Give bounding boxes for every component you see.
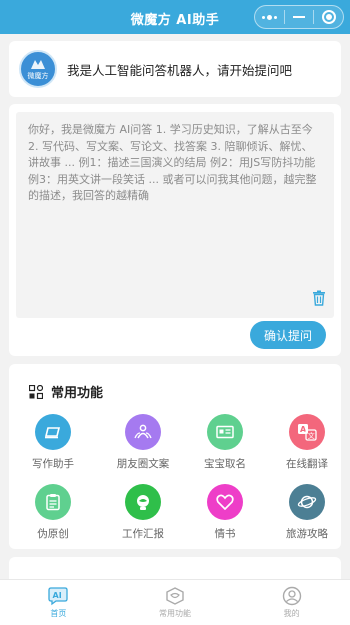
function-rewrite[interactable]: 伪原创 <box>13 484 93 541</box>
function-label: 宝宝取名 <box>204 458 246 470</box>
function-writing[interactable]: 写作助手 <box>13 414 93 471</box>
function-moments-copy[interactable]: 朋友圈文案 <box>103 414 183 471</box>
question-input[interactable]: 你好，我是微魔方 AI问答 1. 学习历史知识，了解从古至今 2. 写代码、写文… <box>16 112 334 318</box>
minimize-button[interactable] <box>285 6 314 28</box>
grid-icon <box>29 384 43 399</box>
function-label: 朋友圈文案 <box>116 458 170 470</box>
function-love-letter[interactable]: 情书 <box>185 484 265 541</box>
avatar: 微魔方 <box>19 50 57 88</box>
function-baby-naming[interactable]: 宝宝取名 <box>185 414 265 471</box>
avatar-text: 微魔方 <box>27 71 49 80</box>
svg-text:AI: AI <box>53 591 62 600</box>
planet-icon <box>289 484 325 520</box>
question-placeholder: 你好，我是微魔方 AI问答 1. 学习历史知识，了解从古至今 2. 写代码、写文… <box>28 123 317 202</box>
function-label: 旅游攻略 <box>286 528 328 540</box>
minus-icon <box>293 16 305 18</box>
svg-text:文: 文 <box>308 431 315 440</box>
more-dots-icon <box>261 14 277 20</box>
close-button[interactable] <box>314 6 343 28</box>
function-label: 情书 <box>214 528 236 540</box>
tab-label: 我的 <box>283 609 300 618</box>
tab-label: 首页 <box>50 609 67 618</box>
trash-icon <box>313 290 325 306</box>
tab-label: 常用功能 <box>159 609 191 618</box>
function-travel-guide[interactable]: 旅游攻略 <box>267 484 347 541</box>
function-work-report[interactable]: 工作汇报 <box>103 484 183 541</box>
question-card: 你好，我是微魔方 AI问答 1. 学习历史知识，了解从古至今 2. 写代码、写文… <box>9 104 341 356</box>
heart-icon <box>207 484 243 520</box>
welcome-card: 微魔方 我是人工智能问答机器人，请开始提问吧 <box>9 41 341 97</box>
function-label: 在线翻译 <box>286 458 328 470</box>
ai-icon: AI <box>48 587 68 606</box>
tab-functions[interactable]: 常用功能 <box>117 580 234 625</box>
clear-button[interactable] <box>312 290 326 310</box>
tab-home[interactable]: AI 首页 <box>0 580 117 625</box>
function-label: 工作汇报 <box>122 528 164 540</box>
welcome-message: 我是人工智能问答机器人，请开始提问吧 <box>67 62 293 78</box>
translate-icon: A文 <box>289 414 325 450</box>
clipboard-icon <box>35 484 71 520</box>
friends-icon <box>125 414 161 450</box>
mini-program-capsule <box>254 5 344 29</box>
function-label: 写作助手 <box>32 458 74 470</box>
tab-mine[interactable]: 我的 <box>233 580 350 625</box>
functions-title: 常用功能 <box>51 386 104 401</box>
logo-icon <box>31 59 45 69</box>
hexagon-icon <box>166 587 184 605</box>
nav-bar: 微魔方 AI助手 <box>0 0 350 34</box>
user-icon <box>282 586 301 606</box>
functions-header: 常用功能 <box>29 382 103 401</box>
function-label: 伪原创 <box>37 528 69 540</box>
functions-card: 常用功能 写作助手 朋友圈文案 宝宝取名 A文 在线翻译 伪原创 工作汇报 情书… <box>9 364 341 549</box>
target-close-icon <box>321 10 336 24</box>
more-button[interactable] <box>255 6 284 28</box>
writing-icon <box>35 414 71 450</box>
tab-bar: AI 首页 常用功能 我的 <box>0 579 350 625</box>
report-icon <box>125 484 161 520</box>
id-card-icon <box>207 414 243 450</box>
function-translate[interactable]: A文 在线翻译 <box>267 414 347 471</box>
submit-question-button[interactable]: 确认提问 <box>250 321 326 349</box>
